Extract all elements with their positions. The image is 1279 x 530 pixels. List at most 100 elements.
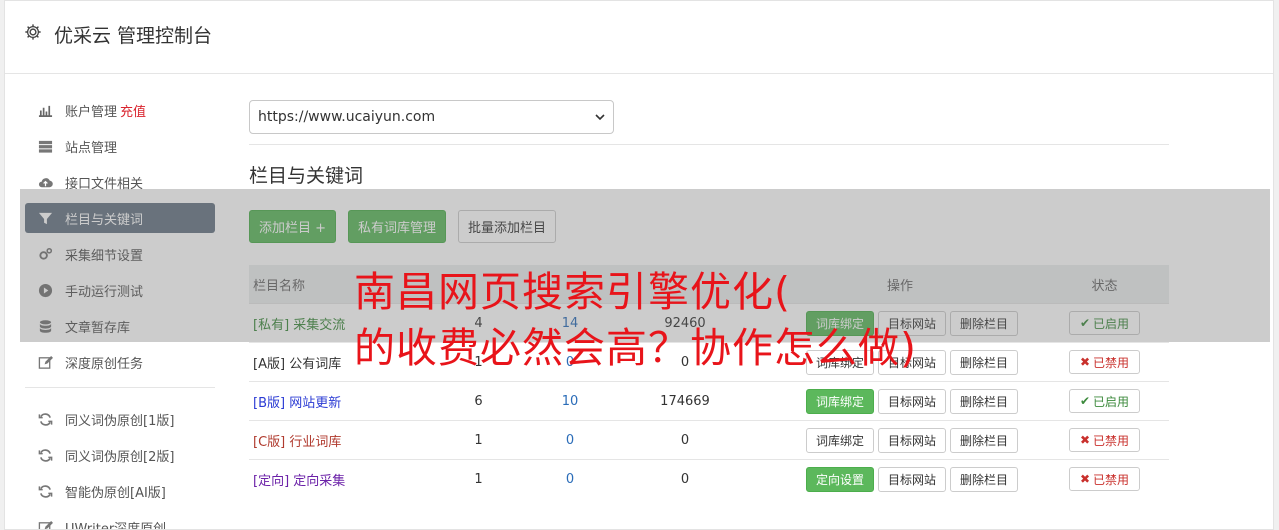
recharge-link[interactable]: 充值 <box>120 101 146 120</box>
bind-lexicon-button[interactable]: 词库绑定 <box>806 388 875 414</box>
delete-column-button[interactable]: 删除栏目 <box>950 349 1019 375</box>
target-site-button[interactable]: 目标网站 <box>878 349 947 375</box>
row-actions: 词库绑定 目标网站 删除栏目 <box>760 349 1040 375</box>
sidebar-item-label: 栏目与关键词 <box>65 212 144 228</box>
sidebar-item-sites[interactable]: 站点管理 <box>25 131 215 161</box>
sidebar-item-manual-run[interactable]: 手动运行测试 <box>25 275 215 305</box>
sidebar-item-label: 站点管理 <box>65 140 118 156</box>
bind-lexicon-button[interactable]: 定向设置 <box>806 466 875 492</box>
top-bar: 优采云 管理控制台 <box>5 1 1273 74</box>
column-name[interactable]: [B版] 网站更新 <box>249 392 427 411</box>
column-label: 公有词库 <box>289 356 342 372</box>
sidebar-item-label: 深度原创任务 <box>65 356 144 372</box>
bind-lexicon-button[interactable]: 词库绑定 <box>806 349 875 375</box>
sidebar-item-label: 接口文件相关 <box>65 176 144 192</box>
status-label: 已启用 <box>1093 394 1130 409</box>
filter-icon <box>37 210 54 227</box>
check-icon: ✔ <box>1079 394 1091 408</box>
chevron-down-icon <box>595 114 605 121</box>
column-tag: [定向] <box>253 473 290 489</box>
sidebar-item-account[interactable]: 账户管理 充值 <box>25 95 215 125</box>
column-name[interactable]: [私有] 采集交流 <box>249 314 427 333</box>
status-label: 已禁用 <box>1093 433 1130 448</box>
sidebar-divider <box>25 387 215 388</box>
target-site-button[interactable]: 目标网站 <box>878 427 947 453</box>
delete-column-button[interactable]: 删除栏目 <box>950 388 1019 414</box>
sidebar-item-interface[interactable]: 接口文件相关 <box>25 167 215 197</box>
close-icon: ✖ <box>1079 472 1091 486</box>
header-status: 状态 <box>1091 278 1118 294</box>
row-actions: 词库绑定 目标网站 删除栏目 <box>760 310 1040 336</box>
sidebar-item-label: 同义词伪原创[1版] <box>65 413 175 429</box>
sidebar-item-label: 采集细节设置 <box>65 248 144 264</box>
target-site-button[interactable]: 目标网站 <box>878 388 947 414</box>
target-site-button[interactable]: 目标网站 <box>878 310 947 336</box>
status-toggle[interactable]: ✖ 已禁用 <box>1068 350 1141 374</box>
toolbar: 添加栏目 + 私有词库管理 批量添加栏目 <box>249 210 1169 243</box>
column-label: 行业词库 <box>289 434 342 450</box>
cloud-upload-icon <box>37 174 54 191</box>
status-label: 已启用 <box>1093 316 1130 331</box>
column-tag: [B版] <box>253 395 286 411</box>
table-row: [B版] 网站更新 6 10 174669 词库绑定 目标网站 删除栏目 ✔ 已启用 <box>249 381 1169 420</box>
row-actions: 词库绑定 目标网站 删除栏目 <box>760 427 1040 453</box>
status-toggle[interactable]: ✖ 已禁用 <box>1068 467 1141 491</box>
sidebar-item-collect-settings[interactable]: 采集细节设置 <box>25 239 215 269</box>
count-2[interactable]: 0 <box>530 472 610 487</box>
sidebar-item-synonym-v1[interactable]: 同义词伪原创[1版] <box>25 404 215 434</box>
sidebar-item-synonym-v2[interactable]: 同义词伪原创[2版] <box>25 440 215 470</box>
edit-icon <box>37 519 54 529</box>
private-lexicon-button[interactable]: 私有词库管理 <box>348 210 447 243</box>
sidebar-item-article-store[interactable]: 文章暂存库 <box>25 311 215 341</box>
site-select-value: https://www.ucaiyun.com <box>258 109 436 125</box>
section-title: 栏目与关键词 <box>249 165 364 187</box>
row-actions: 词库绑定 目标网站 删除栏目 <box>760 388 1040 414</box>
count-2[interactable]: 0 <box>530 355 610 370</box>
table-body: [私有] 采集交流 4 14 92460 词库绑定 目标网站 删除栏目 ✔ 已启用 [A版] 公有… <box>249 303 1169 498</box>
target-site-button[interactable]: 目标网站 <box>878 466 947 492</box>
column-name[interactable]: [定向] 定向采集 <box>249 470 427 489</box>
count-1: 1 <box>474 354 483 370</box>
column-tag: [A版] <box>253 356 286 372</box>
status-toggle[interactable]: ✔ 已启用 <box>1068 389 1141 413</box>
bind-lexicon-button[interactable]: 词库绑定 <box>806 427 875 453</box>
sidebar-item-ai-rewrite[interactable]: 智能伪原创[AI版] <box>25 476 215 506</box>
add-column-button[interactable]: 添加栏目 + <box>249 210 337 243</box>
delete-column-button[interactable]: 删除栏目 <box>950 310 1019 336</box>
bind-lexicon-button[interactable]: 词库绑定 <box>806 310 875 336</box>
table-row: [C版] 行业词库 1 0 0 词库绑定 目标网站 删除栏目 ✖ 已禁用 <box>249 420 1169 459</box>
count-2[interactable]: 0 <box>530 433 610 448</box>
console-window: 优采云 管理控制台 账户管理 充值 站点管理 接口文件相关 栏目与关键词 采集细… <box>4 0 1274 530</box>
column-tag: [私有] <box>253 317 290 333</box>
close-icon: ✖ <box>1079 355 1091 369</box>
count-3: 92460 <box>664 315 706 331</box>
sidebar-item-uwriter[interactable]: UWriter深度原创 <box>25 512 215 529</box>
sidebar-item-label: 智能伪原创[AI版] <box>65 485 166 501</box>
status-label: 已禁用 <box>1093 472 1130 487</box>
site-select[interactable]: https://www.ucaiyun.com <box>249 100 614 134</box>
close-icon: ✖ <box>1079 433 1091 447</box>
header-ops: 操作 <box>886 278 913 294</box>
header-name: 栏目名称 <box>253 278 306 294</box>
server-icon <box>37 138 54 155</box>
table-row: [私有] 采集交流 4 14 92460 词库绑定 目标网站 删除栏目 ✔ 已启用 <box>249 303 1169 342</box>
delete-column-button[interactable]: 删除栏目 <box>950 427 1019 453</box>
play-circle-icon <box>37 282 54 299</box>
count-3: 0 <box>680 354 690 370</box>
count-3: 174669 <box>660 393 710 409</box>
batch-add-button[interactable]: 批量添加栏目 <box>458 210 557 243</box>
delete-column-button[interactable]: 删除栏目 <box>950 466 1019 492</box>
count-1: 1 <box>474 432 483 448</box>
sidebar: 账户管理 充值 站点管理 接口文件相关 栏目与关键词 采集细节设置 手动运行测试… <box>25 95 215 529</box>
sidebar-item-columns[interactable]: 栏目与关键词 <box>25 203 215 233</box>
page-title: 优采云 管理控制台 <box>54 25 213 47</box>
count-2[interactable]: 10 <box>530 394 610 409</box>
count-2[interactable]: 14 <box>530 316 610 331</box>
status-toggle[interactable]: ✔ 已启用 <box>1068 311 1141 335</box>
column-name[interactable]: [C版] 行业词库 <box>249 431 427 450</box>
sidebar-item-label: 文章暂存库 <box>65 320 131 336</box>
column-name[interactable]: [A版] 公有词库 <box>249 353 427 372</box>
count-1: 6 <box>474 393 483 409</box>
status-toggle[interactable]: ✖ 已禁用 <box>1068 428 1141 452</box>
sidebar-item-deep-original[interactable]: 深度原创任务 <box>25 347 215 377</box>
